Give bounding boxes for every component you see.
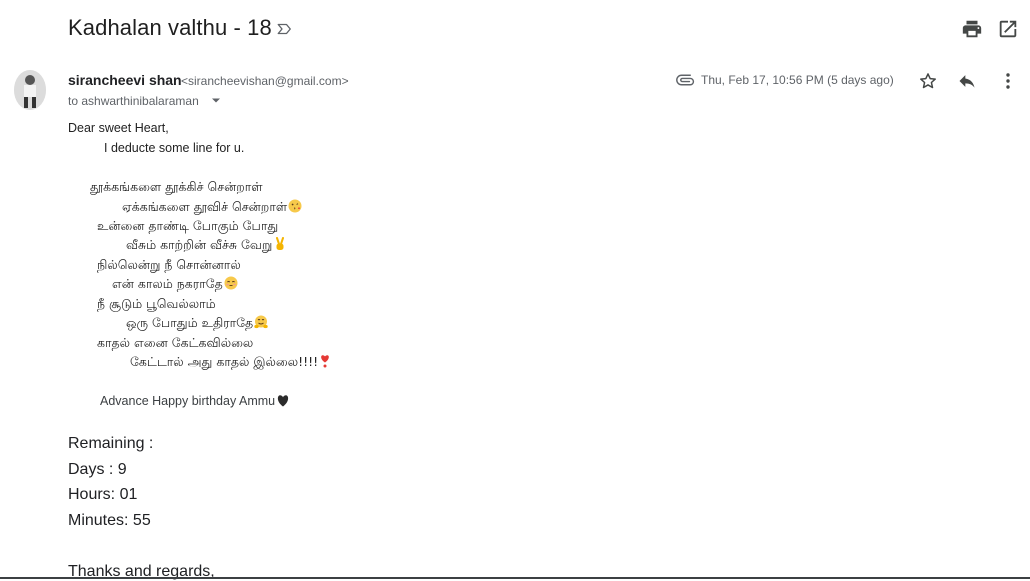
poem-line: காதல் எனை கேட்கவில்லை <box>97 335 254 350</box>
poem-line: வீசும் காற்றின் வீச்சு வேறு <box>126 237 287 254</box>
more-vertical-icon[interactable] <box>998 71 1018 91</box>
remaining-label: Remaining : <box>68 435 154 452</box>
greeting-text: Dear sweet Heart, <box>68 121 169 135</box>
victory-hand-emoji-icon <box>276 237 285 250</box>
blushing-face-emoji-icon <box>224 276 238 290</box>
kiss-emoji-icon <box>288 199 302 213</box>
label-outline-icon[interactable] <box>276 20 294 38</box>
poem-line: ஏக்கங்களை தூவிச் சென்றாள் <box>122 199 302 216</box>
poem-line: என் காலம் நகராதே <box>112 276 238 293</box>
attachment-icon <box>676 74 695 86</box>
hugging-face-emoji-icon <box>254 315 268 329</box>
star-icon[interactable] <box>918 71 938 91</box>
chevron-down-icon[interactable] <box>211 97 221 105</box>
poem-line: கேட்டால் அது காதல் இல்லை!!!! <box>130 354 331 371</box>
avatar[interactable] <box>14 70 46 110</box>
open-in-new-window-icon[interactable] <box>997 18 1019 40</box>
poem-line: உன்னை தாண்டி போகும் போது <box>97 218 279 233</box>
poem-line: தூக்கங்களை தூக்கிச் சென்றாள் <box>90 179 263 194</box>
print-icon[interactable] <box>961 18 983 40</box>
intro-text: I deducte some line for u. <box>104 141 245 155</box>
hours-remaining: Hours: 01 <box>68 486 138 503</box>
poem-line: ஒரு போதும் உதிராதே <box>126 315 268 332</box>
minutes-remaining: Minutes: 55 <box>68 512 151 529</box>
reply-icon[interactable] <box>957 71 977 91</box>
days-remaining: Days : 9 <box>68 461 127 478</box>
sender-name[interactable]: sirancheevi shan <box>68 72 182 88</box>
sender-email: <sirancheevishan@gmail.com> <box>181 74 349 88</box>
email-date: Thu, Feb 17, 10:56 PM (5 days ago) <box>701 73 894 87</box>
heart-exclamation-emoji-icon <box>321 355 329 368</box>
email-subject: Kadhalan valthu - 18 <box>68 15 272 40</box>
recipient-line: to ashwarthinibalaraman <box>68 94 199 108</box>
poem-line: நீ சூடும் பூவெல்லாம் <box>97 296 216 311</box>
poem-line: நில்லென்று நீ சொன்னால் <box>97 257 241 272</box>
black-heart-icon <box>277 395 289 407</box>
birthday-wish: Advance Happy birthday Ammu <box>100 394 290 408</box>
